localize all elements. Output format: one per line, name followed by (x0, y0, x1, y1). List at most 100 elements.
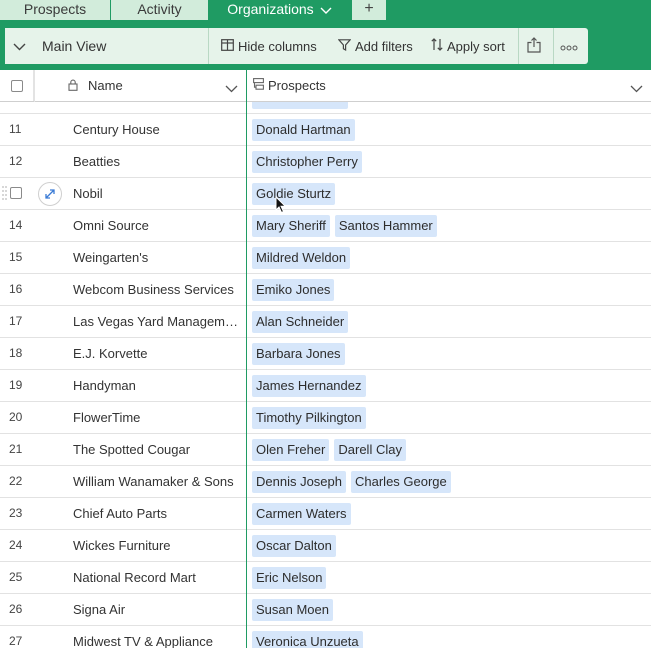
prospect-link-pill[interactable]: Christopher Perry (252, 150, 362, 173)
table-row[interactable]: 26 Signa Air Susan Moen (0, 594, 651, 626)
prospect-link-pill[interactable]: Barbara Jones (252, 342, 345, 365)
prospect-link-pill[interactable]: Darell Clay (334, 438, 406, 461)
tab-organizations[interactable]: Organizations (209, 0, 350, 20)
prospects-cell[interactable]: Olen Freher Darell Clay (247, 434, 651, 465)
apply-sort-button[interactable]: Apply sort (431, 28, 505, 64)
prospect-link-pill[interactable]: Alan Schneider (252, 310, 349, 333)
prospects-cell[interactable]: Emiko Jones (247, 274, 651, 305)
organization-name-cell[interactable]: Las Vegas Yard Managem… (73, 306, 243, 337)
table-row[interactable]: 17 Las Vegas Yard Managem… Alan Schneider (0, 306, 651, 338)
prospect-link-pill[interactable]: Susan Moen (252, 598, 333, 621)
view-selector[interactable]: Main View (5, 28, 208, 64)
prospects-cell[interactable]: Mary Sheriff Santos Hammer (247, 210, 651, 241)
organization-name-cell[interactable]: William Wanamaker & Sons (73, 466, 243, 497)
chevron-down-icon[interactable] (225, 81, 238, 96)
prospect-link-pill[interactable]: James Hernandez (252, 374, 366, 397)
organization-name-cell[interactable]: Nobil (73, 178, 243, 209)
prospect-link-pill[interactable]: Oscar Dalton (252, 534, 336, 557)
table-row[interactable] (0, 102, 651, 114)
table-row[interactable]: 24 Wickes Furniture Oscar Dalton (0, 530, 651, 562)
prospect-link-pill[interactable]: Charles George (351, 470, 451, 493)
table-row[interactable]: 25 National Record Mart Eric Nelson (0, 562, 651, 594)
prospect-link-pill[interactable] (252, 102, 348, 109)
tab-activity[interactable]: Activity (111, 0, 209, 20)
drag-handle-icon[interactable] (2, 185, 7, 203)
organization-name-cell[interactable]: Wickes Furniture (73, 530, 243, 561)
table-row[interactable]: 20 FlowerTime Timothy Pilkington (0, 402, 651, 434)
organization-name-cell[interactable]: Weingarten's (73, 242, 243, 273)
prospects-cell[interactable]: Christopher Perry (247, 146, 651, 177)
organization-name-cell[interactable]: Midwest TV & Appliance (73, 626, 243, 648)
row-number: 14 (9, 218, 23, 232)
prospect-link-pill[interactable]: Dennis Joseph (252, 470, 346, 493)
table-row[interactable]: 18 E.J. Korvette Barbara Jones (0, 338, 651, 370)
table-row[interactable]: 11 Century House Donald Hartman (0, 114, 651, 146)
more-options-button[interactable] (553, 28, 588, 64)
table-row[interactable]: 19 Handyman James Hernandez (0, 370, 651, 402)
organization-name-cell[interactable]: FlowerTime (73, 402, 243, 433)
prospects-cell[interactable] (247, 102, 651, 113)
prospect-link-pill[interactable]: Eric Nelson (252, 566, 327, 589)
column-header-name[interactable]: Name (34, 70, 246, 101)
primary-column-divider[interactable] (246, 70, 247, 648)
row-checkbox[interactable] (10, 187, 22, 199)
select-all-checkbox-cell[interactable] (0, 70, 34, 101)
organization-name-cell[interactable]: Signa Air (73, 594, 243, 625)
prospect-link-pill[interactable]: Santos Hammer (334, 214, 437, 237)
chevron-down-icon[interactable] (630, 81, 643, 96)
organization-name-cell[interactable]: National Record Mart (73, 562, 243, 593)
expand-record-icon[interactable] (38, 182, 62, 206)
prospects-cell[interactable]: James Hernandez (247, 370, 651, 401)
tab-prospects[interactable]: Prospects (0, 0, 111, 20)
table-row[interactable]: 12 Beatties Christopher Perry (0, 146, 651, 178)
prospects-cell[interactable]: Carmen Waters (247, 498, 651, 529)
prospect-link-pill[interactable]: Timothy Pilkington (252, 406, 366, 429)
table-row[interactable]: 21 The Spotted Cougar Olen Freher Darell Cl… (0, 434, 651, 466)
prospects-cell[interactable]: Barbara Jones (247, 338, 651, 369)
prospects-cell[interactable]: Timothy Pilkington (247, 402, 651, 433)
prospects-cell[interactable]: Donald Hartman (247, 114, 651, 145)
chevron-down-icon[interactable] (320, 1, 332, 20)
organization-name-cell[interactable]: Century House (73, 114, 243, 145)
table-row[interactable]: Nobil Goldie Sturtz (0, 178, 651, 210)
organization-name-cell[interactable]: Omni Source (73, 210, 243, 241)
table-row[interactable]: 27 Midwest TV & Appliance Veronica Unzueta (0, 626, 651, 648)
prospects-cell[interactable]: Eric Nelson (247, 562, 651, 593)
prospects-cell[interactable]: Oscar Dalton (247, 530, 651, 561)
organization-name-cell[interactable] (73, 102, 243, 113)
prospect-link-pill[interactable]: Olen Freher (252, 438, 330, 461)
prospect-link-pill[interactable]: Donald Hartman (252, 118, 355, 141)
prospects-cell[interactable]: Mildred Weldon (247, 242, 651, 273)
organization-name-cell[interactable]: Webcom Business Services (73, 274, 243, 305)
table-row[interactable]: 14 Omni Source Mary Sheriff Santos Hammer (0, 210, 651, 242)
prospects-cell[interactable]: Veronica Unzueta (247, 626, 651, 648)
organization-name-cell[interactable]: The Spotted Cougar (73, 434, 243, 465)
table-row[interactable]: 22 William Wanamaker & Sons Dennis Joseph C… (0, 466, 651, 498)
column-header-prospects[interactable]: Prospects (247, 70, 651, 101)
select-all-checkbox[interactable] (10, 79, 23, 92)
organization-name-cell[interactable]: E.J. Korvette (73, 338, 243, 369)
prospect-link-pill[interactable]: Emiko Jones (252, 278, 335, 301)
prospects-cell[interactable]: Goldie Sturtz (247, 178, 651, 209)
hide-columns-button[interactable]: Hide columns (221, 28, 317, 64)
prospect-link-pill[interactable]: Mildred Weldon (252, 246, 351, 269)
add-tab-button[interactable]: + (352, 0, 387, 20)
organization-name-cell[interactable]: Chief Auto Parts (73, 498, 243, 529)
prospects-cell[interactable]: Alan Schneider (247, 306, 651, 337)
row-number: 27 (9, 634, 23, 648)
share-button[interactable] (519, 28, 553, 64)
prospect-link-pill[interactable]: Goldie Sturtz (252, 182, 336, 205)
table-row[interactable]: 15 Weingarten's Mildred Weldon (0, 242, 651, 274)
prospects-cell[interactable]: Dennis Joseph Charles George (247, 466, 651, 497)
organization-name-cell[interactable]: Handyman (73, 370, 243, 401)
toolbar-divider (208, 28, 209, 64)
prospects-cell[interactable]: Susan Moen (247, 594, 651, 625)
table-row[interactable]: 16 Webcom Business Services Emiko Jones (0, 274, 651, 306)
prospect-link-pill[interactable]: Carmen Waters (252, 502, 351, 525)
add-filters-button[interactable]: Add filters (337, 28, 413, 64)
prospect-link-pill[interactable]: Veronica Unzueta (252, 630, 363, 648)
row-number: 11 (9, 122, 22, 136)
organization-name-cell[interactable]: Beatties (73, 146, 243, 177)
prospect-link-pill[interactable]: Mary Sheriff (252, 214, 330, 237)
table-row[interactable]: 23 Chief Auto Parts Carmen Waters (0, 498, 651, 530)
